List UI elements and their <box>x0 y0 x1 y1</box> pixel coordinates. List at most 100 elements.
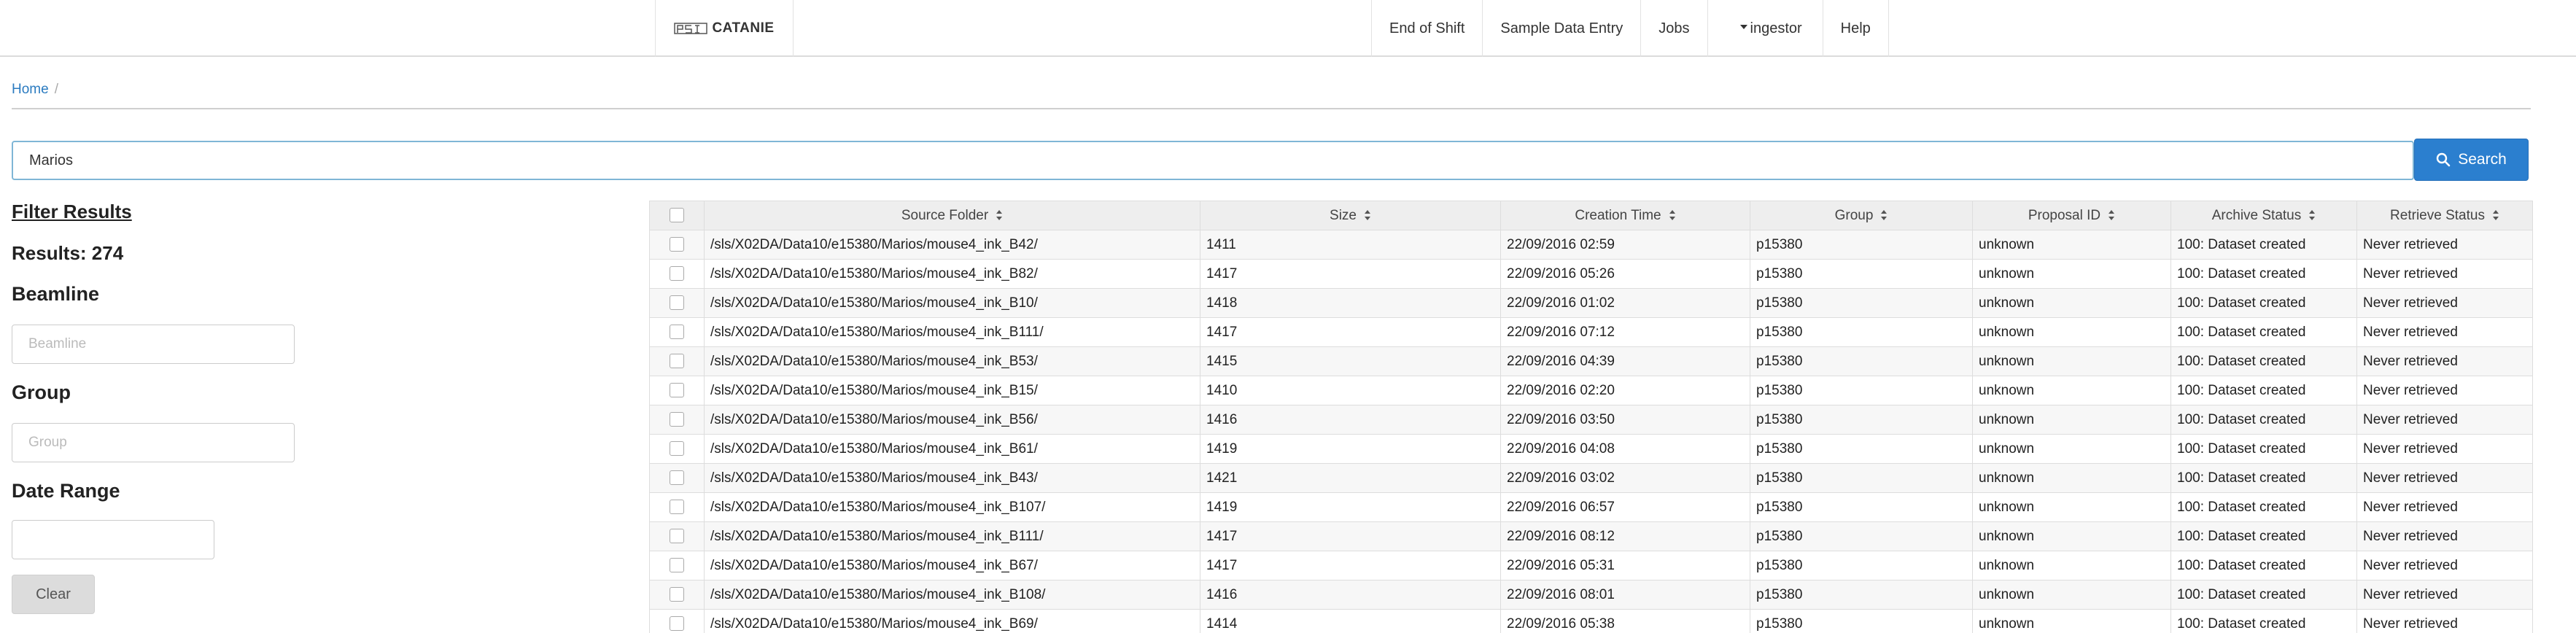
row-checkbox[interactable] <box>670 325 684 340</box>
row-select-cell <box>649 259 705 289</box>
archive-status-cell: 100: Dataset created <box>2170 463 2357 493</box>
row-checkbox[interactable] <box>670 500 684 515</box>
row-select-cell <box>649 609 705 633</box>
table-row[interactable]: /sls/X02DA/Data10/e15380/Marios/mouse4_i… <box>649 346 2533 376</box>
table-row[interactable]: /sls/X02DA/Data10/e15380/Marios/mouse4_i… <box>649 434 2533 464</box>
breadcrumb-home[interactable]: Home <box>12 82 49 98</box>
table-body: /sls/X02DA/Data10/e15380/Marios/mouse4_i… <box>649 230 2533 633</box>
nav-jobs[interactable]: Jobs <box>1640 0 1707 57</box>
table-row[interactable]: /sls/X02DA/Data10/e15380/Marios/mouse4_i… <box>649 259 2533 289</box>
row-select-cell <box>649 463 705 493</box>
filter-results-title[interactable]: Filter Results <box>12 201 132 223</box>
proposal-id-cell: unknown <box>1972 230 2171 260</box>
nav-help[interactable]: Help <box>1822 0 1889 57</box>
sort-icon <box>996 210 1003 221</box>
search-input[interactable] <box>12 141 2414 180</box>
size-cell: 1417 <box>1200 317 1501 347</box>
nav-end-of-shift[interactable]: End of Shift <box>1371 0 1482 57</box>
creation-time-cell: 22/09/2016 04:08 <box>1500 434 1750 464</box>
source-folder-cell: /sls/X02DA/Data10/e15380/Marios/mouse4_i… <box>704 230 1200 260</box>
table-row[interactable]: /sls/X02DA/Data10/e15380/Marios/mouse4_i… <box>649 317 2533 347</box>
row-checkbox[interactable] <box>670 441 684 457</box>
creation-time-cell: 22/09/2016 05:26 <box>1500 259 1750 289</box>
proposal-id-cell: unknown <box>1972 521 2171 551</box>
group-cell: p15380 <box>1750 288 1973 318</box>
table-row[interactable]: /sls/X02DA/Data10/e15380/Marios/mouse4_i… <box>649 609 2533 633</box>
table-row[interactable]: /sls/X02DA/Data10/e15380/Marios/mouse4_i… <box>649 492 2533 522</box>
row-checkbox[interactable] <box>670 354 684 369</box>
row-checkbox[interactable] <box>670 587 684 602</box>
row-checkbox[interactable] <box>670 558 684 573</box>
table-row[interactable]: /sls/X02DA/Data10/e15380/Marios/mouse4_i… <box>649 230 2533 260</box>
archive-status-cell: 100: Dataset created <box>2170 405 2357 435</box>
column-header-archive-status[interactable]: Archive Status <box>2170 201 2357 230</box>
nav-sample-data-entry[interactable]: Sample Data Entry <box>1482 0 1640 57</box>
table-row[interactable]: /sls/X02DA/Data10/e15380/Marios/mouse4_i… <box>649 521 2533 551</box>
row-checkbox[interactable] <box>670 295 684 311</box>
retrieve-status-cell: Never retrieved <box>2356 551 2533 580</box>
nav-menu: End of Shift Sample Data Entry Jobs inge… <box>1371 0 1889 57</box>
creation-time-cell: 22/09/2016 04:39 <box>1500 346 1750 376</box>
group-input[interactable] <box>12 423 295 462</box>
size-cell: 1417 <box>1200 259 1501 289</box>
column-header-label: Size <box>1330 207 1357 223</box>
row-select-cell <box>649 376 705 405</box>
row-select-cell <box>649 317 705 347</box>
search-button[interactable]: Search <box>2414 139 2529 181</box>
row-checkbox[interactable] <box>670 383 684 398</box>
clear-button[interactable]: Clear <box>12 575 95 614</box>
table-row[interactable]: /sls/X02DA/Data10/e15380/Marios/mouse4_i… <box>649 551 2533 580</box>
row-checkbox[interactable] <box>670 616 684 632</box>
column-header-label: Retrieve Status <box>2390 207 2485 223</box>
column-header-label: Creation Time <box>1575 207 1661 223</box>
date-range-input[interactable] <box>12 520 214 559</box>
brand-name: CATANIE <box>712 20 775 36</box>
brand[interactable]: CATANIE <box>655 0 794 57</box>
source-folder-cell: /sls/X02DA/Data10/e15380/Marios/mouse4_i… <box>704 434 1200 464</box>
select-all-checkbox[interactable] <box>670 208 684 223</box>
select-all-cell <box>649 201 705 230</box>
row-checkbox[interactable] <box>670 237 684 252</box>
breadcrumb-divider <box>12 108 2531 109</box>
proposal-id-cell: unknown <box>1972 288 2171 318</box>
archive-status-cell: 100: Dataset created <box>2170 492 2357 522</box>
size-cell: 1414 <box>1200 609 1501 633</box>
table-row[interactable]: /sls/X02DA/Data10/e15380/Marios/mouse4_i… <box>649 376 2533 405</box>
table-row[interactable]: /sls/X02DA/Data10/e15380/Marios/mouse4_i… <box>649 405 2533 435</box>
search-icon <box>2437 152 2451 167</box>
column-header-proposal-id[interactable]: Proposal ID <box>1972 201 2171 230</box>
group-cell: p15380 <box>1750 492 1973 522</box>
row-checkbox[interactable] <box>670 470 684 486</box>
group-cell: p15380 <box>1750 405 1973 435</box>
table-row[interactable]: /sls/X02DA/Data10/e15380/Marios/mouse4_i… <box>649 463 2533 493</box>
top-navbar: CATANIE End of Shift Sample Data Entry J… <box>0 0 2576 57</box>
creation-time-cell: 22/09/2016 08:12 <box>1500 521 1750 551</box>
row-checkbox[interactable] <box>670 529 684 544</box>
proposal-id-cell: unknown <box>1972 434 2171 464</box>
nav-label: Help <box>1840 20 1871 36</box>
source-folder-cell: /sls/X02DA/Data10/e15380/Marios/mouse4_i… <box>704 609 1200 633</box>
beamline-input[interactable] <box>12 325 295 364</box>
nav-user-menu[interactable]: ingestor <box>1707 0 1823 57</box>
column-header-creation-time[interactable]: Creation Time <box>1500 201 1750 230</box>
retrieve-status-cell: Never retrieved <box>2356 521 2533 551</box>
column-header-label: Proposal ID <box>2028 207 2101 223</box>
table-row[interactable]: /sls/X02DA/Data10/e15380/Marios/mouse4_i… <box>649 580 2533 610</box>
retrieve-status-cell: Never retrieved <box>2356 609 2533 633</box>
row-select-cell <box>649 551 705 580</box>
table-row[interactable]: /sls/X02DA/Data10/e15380/Marios/mouse4_i… <box>649 288 2533 318</box>
source-folder-cell: /sls/X02DA/Data10/e15380/Marios/mouse4_i… <box>704 259 1200 289</box>
archive-status-cell: 100: Dataset created <box>2170 346 2357 376</box>
column-header-size[interactable]: Size <box>1200 201 1501 230</box>
size-cell: 1417 <box>1200 551 1501 580</box>
source-folder-cell: /sls/X02DA/Data10/e15380/Marios/mouse4_i… <box>704 317 1200 347</box>
column-header-group[interactable]: Group <box>1750 201 1973 230</box>
row-checkbox[interactable] <box>670 266 684 281</box>
datasets-table: Source Folder Size Creation Time Group P… <box>649 201 2533 633</box>
source-folder-cell: /sls/X02DA/Data10/e15380/Marios/mouse4_i… <box>704 346 1200 376</box>
column-header-source-folder[interactable]: Source Folder <box>704 201 1200 230</box>
group-cell: p15380 <box>1750 259 1973 289</box>
column-header-retrieve-status[interactable]: Retrieve Status <box>2356 201 2533 230</box>
row-select-cell <box>649 492 705 522</box>
row-checkbox[interactable] <box>670 412 684 427</box>
